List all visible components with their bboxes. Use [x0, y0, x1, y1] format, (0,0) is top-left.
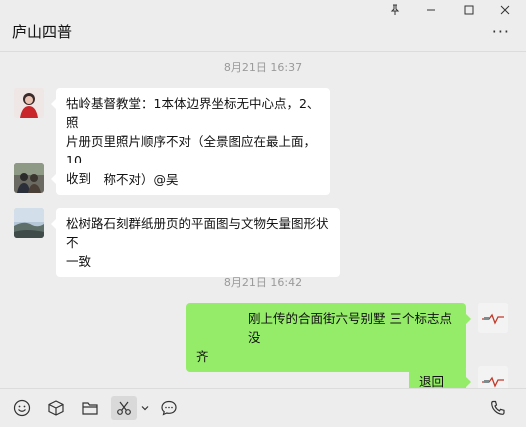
minimize-icon[interactable] [420, 2, 442, 18]
message-text-line: 牯岭基督教堂：1本体边界坐标无中心点，2、照 [66, 96, 320, 130]
chat-messages: 8月21日 16:37 牯岭基督教堂：1本体边界坐标无中心点，2、照 片册页里照… [0, 52, 526, 388]
cube-icon[interactable] [46, 398, 66, 418]
more-options-button[interactable]: ··· [492, 24, 510, 40]
input-toolbar [0, 388, 526, 427]
message-text-line: 一致 [66, 254, 92, 269]
folder-icon[interactable] [80, 398, 100, 418]
pin-icon[interactable] [384, 2, 406, 18]
message-text: 退回来 [419, 374, 445, 388]
emoji-icon[interactable] [12, 398, 32, 418]
scissors-icon[interactable] [111, 396, 137, 420]
message-text-line: 齐 [196, 349, 209, 364]
maximize-icon[interactable] [458, 2, 480, 18]
avatar[interactable] [14, 208, 44, 238]
message-text-line: 号图名称不对）@吴 [66, 172, 179, 187]
my-avatar[interactable] [478, 303, 508, 333]
my-avatar[interactable] [478, 366, 508, 388]
my-message-bubble[interactable]: 刚上传的合面街六号别墅 三个标志点没 齐 [186, 303, 471, 372]
message-bubble[interactable]: 收到 [51, 163, 102, 194]
phone-icon[interactable] [488, 398, 508, 418]
avatar[interactable] [14, 88, 44, 118]
message-text-line: 片册页里照片顺序不对（全景图应在最上面，10 [66, 134, 317, 168]
chat-title: 庐山四普 [12, 23, 73, 41]
chevron-down-icon[interactable] [139, 398, 151, 418]
message-text-line: 刚上传的合面街六号别墅 三个标志点没 [248, 311, 452, 345]
message-text: 收到 [66, 171, 92, 186]
message-bubble[interactable]: 松树路石刻群纸册页的平面图与文物矢量图形状不 一致 [51, 208, 340, 277]
timestamp: 8月21日 16:37 [223, 61, 303, 74]
chat-bubble-icon[interactable] [159, 398, 179, 418]
message-text-line: 松树路石刻群纸册页的平面图与文物矢量图形状不 [66, 216, 329, 250]
avatar[interactable] [14, 163, 44, 193]
close-icon[interactable] [494, 2, 516, 18]
timestamp: 8月21日 16:42 [223, 276, 303, 289]
my-message-bubble[interactable]: 退回来 [409, 366, 471, 388]
title-bar: 庐山四普 ··· [0, 0, 526, 52]
